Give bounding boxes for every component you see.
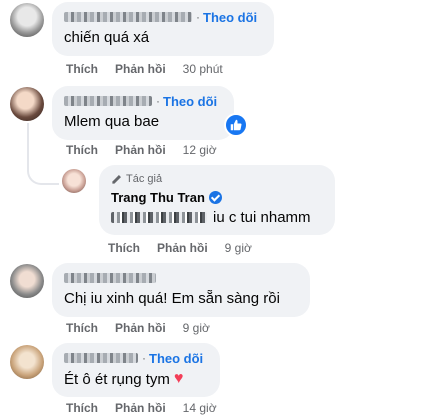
comment-time[interactable]: 30 phút (183, 62, 223, 76)
comment-text: Mlem qua bae (64, 113, 160, 130)
comment-actions: Thích Phản hồi 30 phút (66, 62, 223, 76)
author-tag-label: Tác giả (126, 173, 163, 185)
comment-bubble: · Theo dõi chiến quá xá (52, 2, 274, 56)
reply-button[interactable]: Phản hồi (157, 241, 208, 255)
comment-actions: Thích Phản hồi 12 giờ (66, 143, 217, 157)
like-button[interactable]: Thích (66, 143, 98, 157)
commenter-name[interactable]: · Theo dõi (64, 93, 222, 109)
reply-button[interactable]: Phản hồi (115, 143, 166, 157)
comment-text: Chị iu xinh quá! Em sẵn sàng rồi (64, 290, 280, 307)
avatar[interactable] (10, 345, 44, 379)
author-avatar[interactable] (62, 169, 86, 193)
comment-bubble: · Theo dõi Mlem qua bae (52, 86, 234, 140)
comment-text: chiến quá xá (64, 29, 150, 46)
author-tag: Tác giả (111, 172, 323, 186)
avatar[interactable] (10, 3, 44, 37)
follow-button[interactable]: Theo dõi (149, 351, 203, 366)
comment-time[interactable]: 14 giờ (183, 401, 217, 415)
comment-time[interactable]: 12 giờ (183, 143, 217, 157)
author-name[interactable]: Trang Thu Tran (111, 189, 323, 205)
reply-connector (27, 123, 59, 185)
mentioned-user[interactable] (111, 212, 207, 223)
comment-text: iu c tui nhamm (111, 209, 323, 226)
comment-bubble: · Theo dõi Ét ô ét rụng tym ♥ (52, 343, 220, 397)
thumbs-up-icon (230, 119, 242, 131)
comment-actions: Thích Phản hồi 9 giờ (108, 241, 252, 255)
comment-bubble: Chị iu xinh quá! Em sẵn sàng rồi (52, 263, 310, 317)
reply-button[interactable]: Phản hồi (115, 401, 166, 415)
comment-actions: Thích Phản hồi 9 giờ (66, 321, 210, 335)
heart-emoji-icon: ♥ (173, 370, 184, 387)
comment-text: Ét ô ét rụng tym ♥ (64, 370, 184, 388)
like-button[interactable]: Thích (66, 321, 98, 335)
pencil-icon (112, 174, 121, 184)
like-button[interactable]: Thích (108, 241, 140, 255)
reply-button[interactable]: Phản hồi (115, 321, 166, 335)
avatar[interactable] (10, 264, 44, 298)
like-button[interactable]: Thích (66, 401, 98, 415)
follow-button[interactable]: Theo dõi (163, 94, 217, 109)
like-button[interactable]: Thích (66, 62, 98, 76)
avatar[interactable] (10, 87, 44, 121)
like-reaction-badge[interactable] (224, 113, 248, 137)
comment-bubble: Tác giả Trang Thu Tran iu c tui nhamm (99, 165, 335, 235)
comment-actions: Thích Phản hồi 14 giờ (66, 401, 217, 415)
verified-badge-icon (208, 190, 222, 204)
follow-button[interactable]: Theo dõi (203, 10, 257, 25)
reply-button[interactable]: Phản hồi (115, 62, 166, 76)
commenter-name[interactable]: · Theo dõi (64, 350, 208, 366)
comment-time[interactable]: 9 giờ (183, 321, 210, 335)
comment-time[interactable]: 9 giờ (225, 241, 252, 255)
commenter-name[interactable]: · Theo dõi (64, 9, 262, 25)
commenter-name[interactable] (64, 270, 298, 286)
